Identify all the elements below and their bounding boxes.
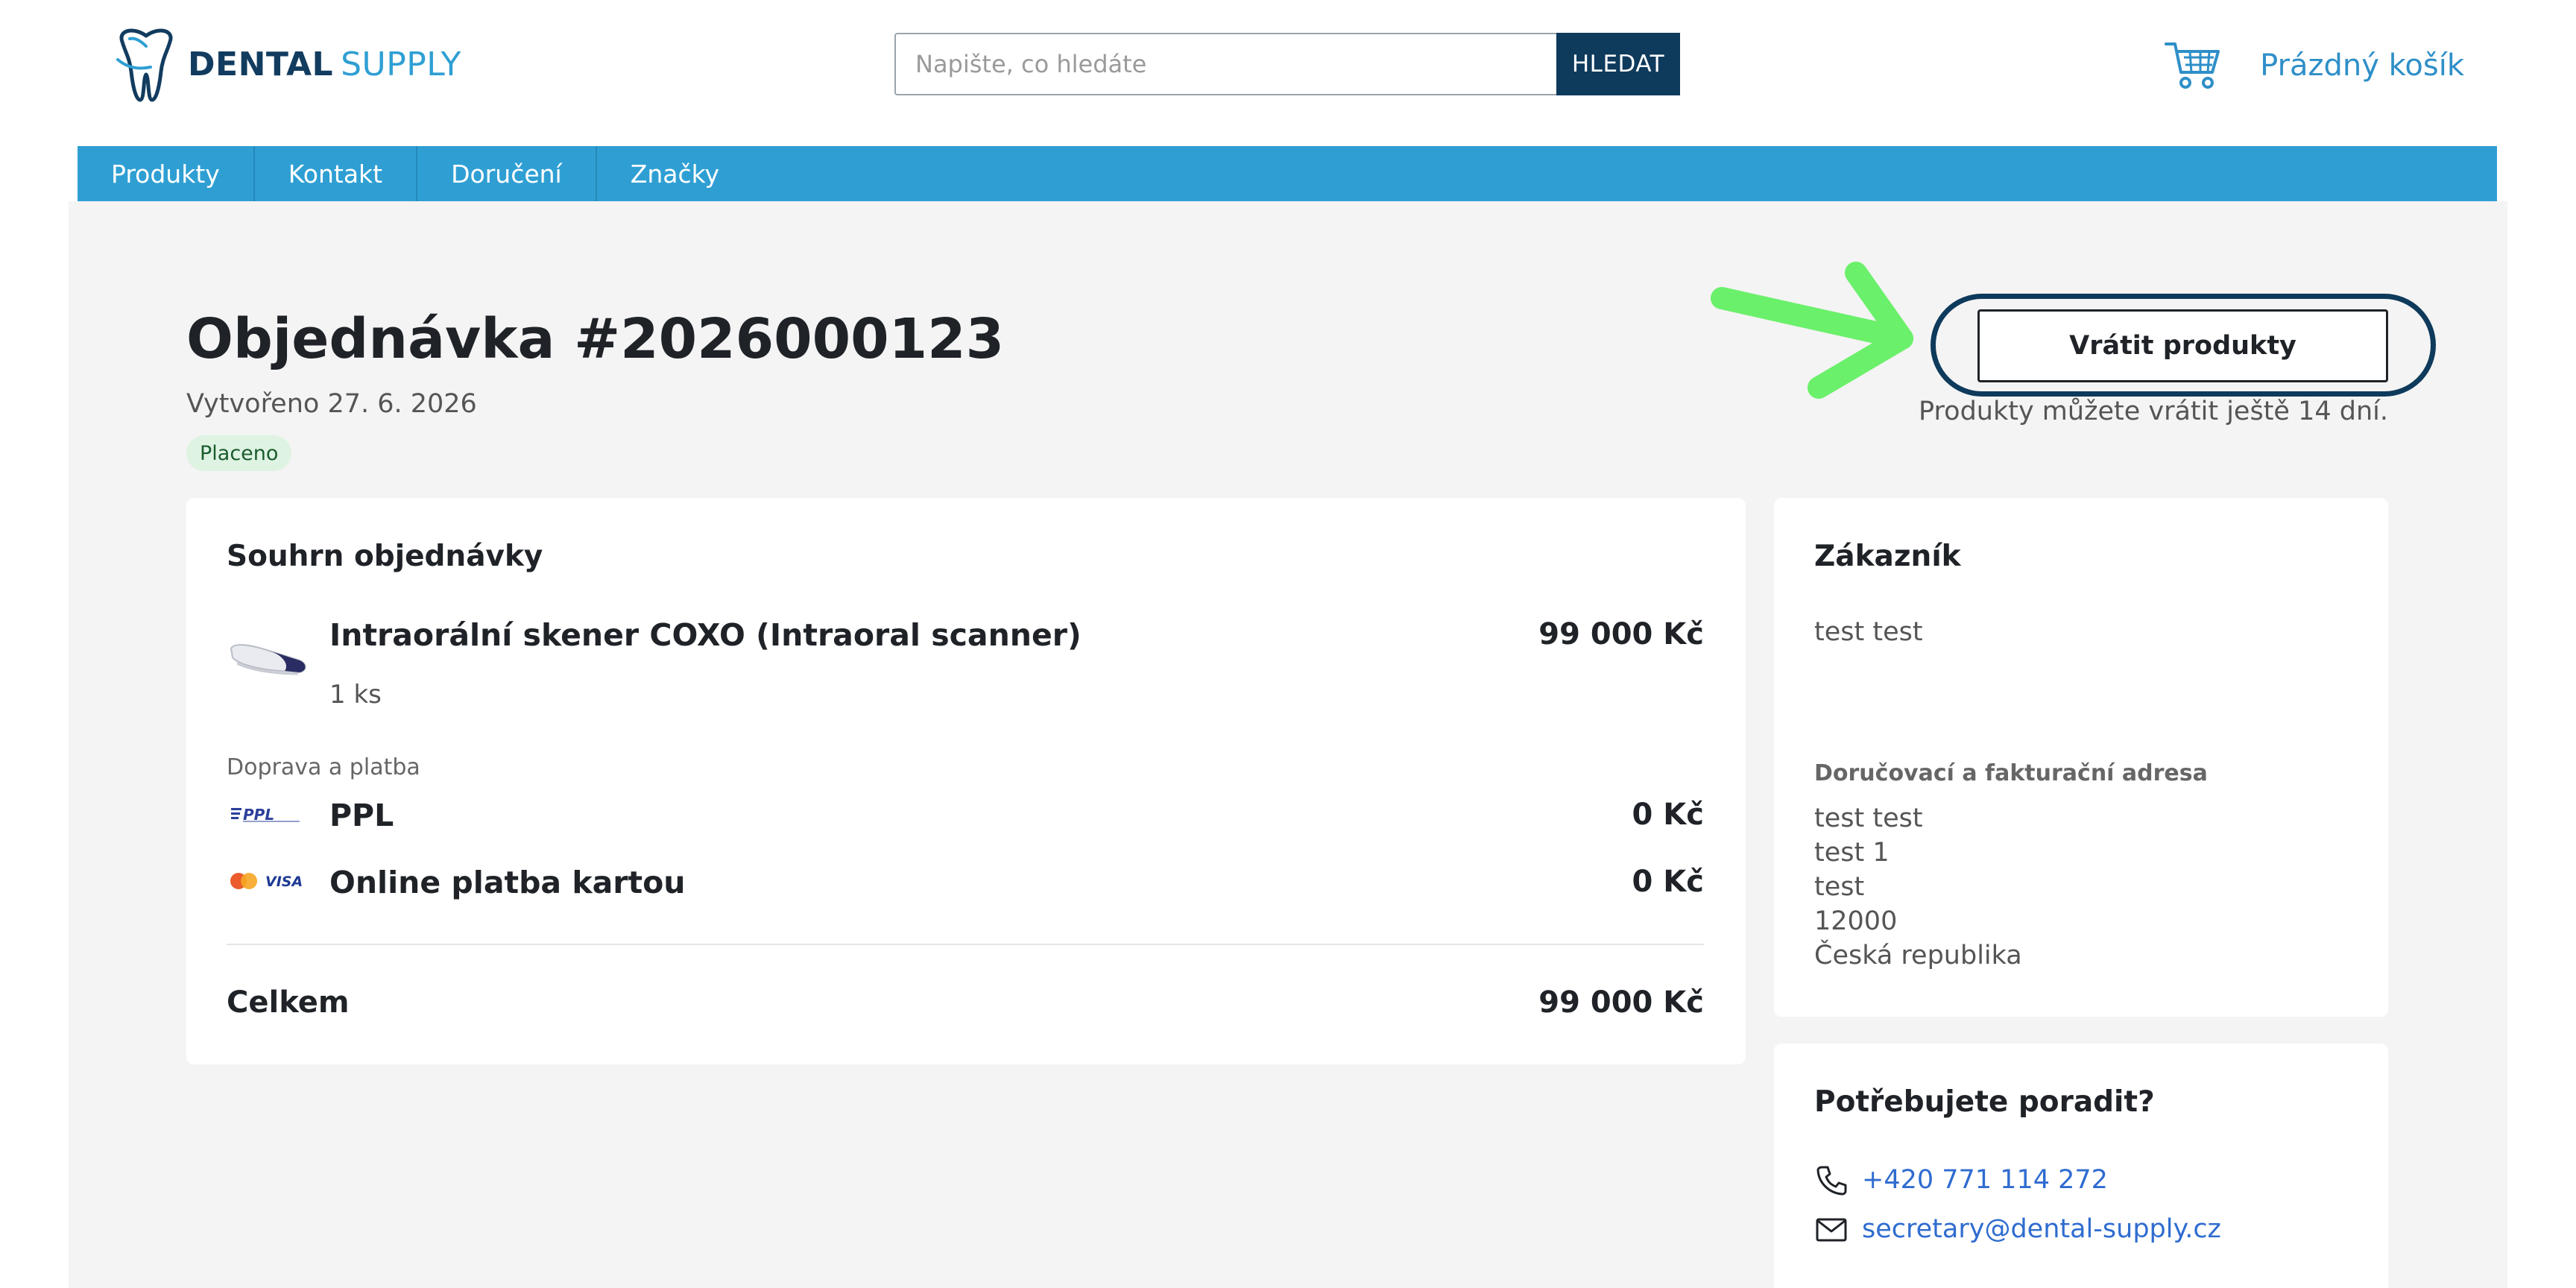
cart-link[interactable]: Prázdný košík <box>2165 37 2464 94</box>
address-line: test <box>1814 872 1865 902</box>
payment-method-name: Online platba kartou <box>329 865 686 900</box>
svg-text:PPL: PPL <box>243 806 274 823</box>
address-line: Česká republika <box>1814 941 2022 970</box>
return-products-button[interactable]: Vrátit produkty <box>1977 309 2388 382</box>
total-label: Celkem <box>227 985 350 1020</box>
shipping-payment-label: Doprava a platba <box>227 754 420 780</box>
main-nav: Produkty Kontakt Doručení Značky <box>78 146 2497 201</box>
svg-text:VISA: VISA <box>265 874 303 890</box>
order-created-date: Vytvořeno 27. 6. 2026 <box>186 389 477 419</box>
summary-title: Souhrn objednávky <box>227 540 543 573</box>
address-line: test 1 <box>1814 838 1890 868</box>
product-thumbnail <box>230 644 306 675</box>
customer-card: Zákazník test test Doručovací a fakturač… <box>1774 498 2388 1017</box>
ppl-logo-icon: PPL <box>230 799 304 829</box>
payment-price: 0 Kč <box>1632 865 1704 899</box>
tooth-logo-icon <box>116 28 173 102</box>
shipping-method-name: PPL <box>329 798 394 833</box>
status-badge: Placeno <box>186 435 292 471</box>
customer-title: Zákazník <box>1814 540 1961 573</box>
address-line: 12000 <box>1814 906 1898 936</box>
nav-item-doruceni[interactable]: Doručení <box>417 146 597 201</box>
mail-icon <box>1816 1218 1847 1242</box>
return-deadline-note: Produkty můžete vrátit ještě 14 dní. <box>1919 397 2388 426</box>
nav-item-znacky[interactable]: Značky <box>597 146 753 201</box>
product-quantity: 1 ks <box>329 680 382 710</box>
logo-word-supply: SUPPLY <box>341 45 461 83</box>
cart-label: Prázdný košík <box>2260 48 2464 83</box>
annotation-arrow-icon <box>1711 262 1913 399</box>
card-logos-icon: VISA <box>230 866 307 896</box>
site-header: DENTALSUPPLY HLEDAT Prázdný košík <box>0 0 2576 146</box>
phone-number: +420 771 114 272 <box>1862 1165 2108 1195</box>
help-title: Potřebujete poradit? <box>1814 1085 2155 1119</box>
help-card: Potřebujete poradit? +420 771 114 272 se… <box>1774 1044 2388 1288</box>
address-line: test test <box>1814 804 1923 833</box>
shipping-price: 0 Kč <box>1632 798 1704 832</box>
logo-text: DENTAL SUPPLY <box>188 45 461 83</box>
search-input[interactable] <box>894 33 1556 95</box>
nav-item-kontakt[interactable]: Kontakt <box>255 146 418 201</box>
order-summary-card: Souhrn objednávky Intraorální skener COX… <box>186 498 1746 1064</box>
nav-item-produkty[interactable]: Produkty <box>78 146 255 201</box>
logo-word-dental: DENTAL <box>188 45 334 83</box>
email-address: secretary@dental-supply.cz <box>1862 1214 2221 1244</box>
phone-link[interactable]: +420 771 114 272 <box>1814 1163 2108 1197</box>
search-bar: HLEDAT <box>894 33 1680 95</box>
cart-icon <box>2165 42 2220 89</box>
site-logo[interactable]: DENTAL SUPPLY <box>112 25 461 103</box>
summary-divider <box>227 944 1704 945</box>
phone-icon <box>1816 1166 1847 1196</box>
total-price: 99 000 Kč <box>1538 985 1704 1020</box>
search-button[interactable]: HLEDAT <box>1556 33 1680 95</box>
address-label: Doručovací a fakturační adresa <box>1814 760 2208 786</box>
email-link[interactable]: secretary@dental-supply.cz <box>1814 1212 2221 1246</box>
page-title: Objednávka #2026000123 <box>186 307 1005 371</box>
product-price: 99 000 Kč <box>1538 617 1704 651</box>
product-name[interactable]: Intraorální skener COXO (Intraoral scann… <box>329 617 1082 653</box>
customer-name: test test <box>1814 617 1923 647</box>
